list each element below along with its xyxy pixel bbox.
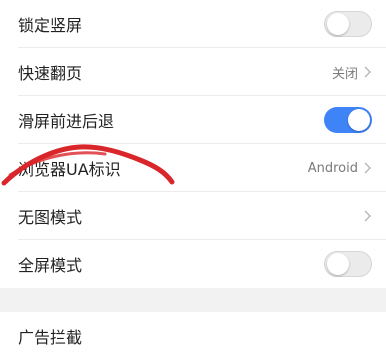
chevron-right-icon	[364, 162, 371, 174]
browser-ua-value-group: Android	[308, 161, 372, 176]
no-image-mode-chevron-group	[358, 209, 372, 223]
fullscreen-mode-label: 全屏模式	[18, 256, 83, 275]
browser-ua-label: 浏览器UA标识	[18, 160, 121, 179]
lock-portrait-toggle[interactable]	[324, 11, 372, 37]
swipe-nav-toggle[interactable]	[324, 107, 372, 133]
settings-list: 锁定竖屏 快速翻页 关闭 滑屏前进后退 浏览器UA标识 Android 无图模式	[0, 0, 386, 360]
toggle-knob	[327, 253, 349, 275]
row-browser-ua[interactable]: 浏览器UA标识 Android	[0, 144, 386, 192]
chevron-right-icon	[364, 210, 371, 222]
toggle-knob	[348, 109, 370, 131]
row-quick-page-turn[interactable]: 快速翻页 关闭	[0, 48, 386, 96]
fullscreen-mode-toggle[interactable]	[324, 251, 372, 277]
quick-page-turn-value: 关闭	[331, 66, 358, 82]
swipe-nav-label: 滑屏前进后退	[18, 112, 115, 131]
row-lock-portrait[interactable]: 锁定竖屏	[0, 0, 386, 48]
chevron-right-icon	[364, 66, 371, 78]
quick-page-turn-label: 快速翻页	[18, 64, 83, 83]
row-fullscreen-mode[interactable]: 全屏模式	[0, 240, 386, 288]
row-no-image-mode[interactable]: 无图模式	[0, 192, 386, 240]
row-swipe-nav[interactable]: 滑屏前进后退	[0, 96, 386, 144]
section-divider	[0, 288, 386, 312]
no-image-mode-label: 无图模式	[18, 208, 83, 227]
row-next-item[interactable]: 广告拦截	[0, 312, 386, 360]
toggle-knob	[327, 13, 349, 35]
next-item-label: 广告拦截	[18, 328, 83, 347]
lock-portrait-label: 锁定竖屏	[18, 16, 83, 35]
quick-page-turn-value-group: 关闭	[332, 63, 372, 82]
browser-ua-value: Android	[307, 160, 358, 176]
